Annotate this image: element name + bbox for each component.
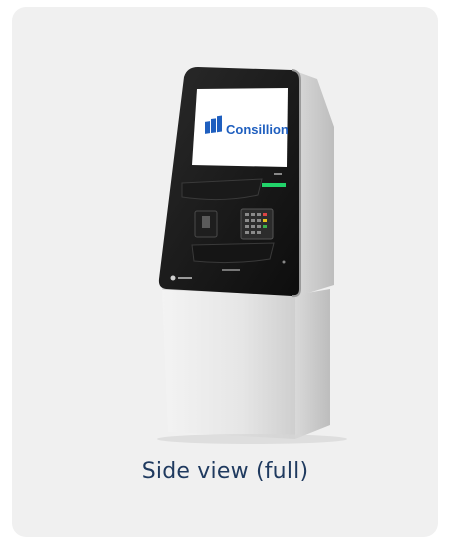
view-caption: Side view (full) (141, 459, 309, 484)
cash-dispenser (191, 242, 275, 264)
brand-logo-text: Consillion (226, 122, 289, 137)
pin-pad-icon (240, 208, 274, 240)
product-view-card[interactable]: Consillion Side view (full) (12, 7, 438, 537)
receipt-slot (181, 178, 263, 201)
status-indicator (262, 183, 286, 187)
kiosk-side-view-image: Consillion (157, 67, 347, 444)
pedestal-side (295, 289, 330, 439)
pedestal-front (162, 289, 295, 439)
